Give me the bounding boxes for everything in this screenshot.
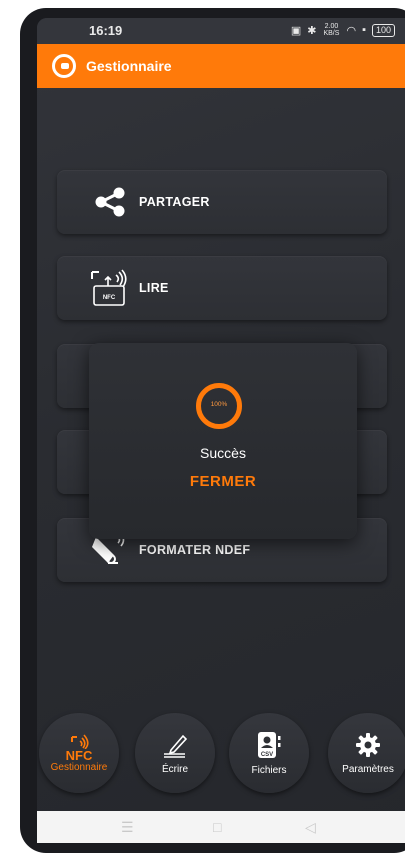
app-screen: 16:19 ▣ ✱ 2.00 KB/S ◠ ▪ 100 Gestionnaire… <box>37 18 405 843</box>
menu-icon[interactable]: ☰ <box>121 819 134 836</box>
wifi-icon: ◠ <box>346 24 357 37</box>
nfc-read-icon: NFC <box>85 269 135 307</box>
success-dialog: 100% Succès FERMER <box>89 343 357 539</box>
network-speed: 2.00 KB/S <box>323 23 340 37</box>
share-button[interactable]: PARTAGER <box>57 170 387 234</box>
read-label: LIRE <box>139 281 169 295</box>
nav-files-label: Fichiers <box>251 764 287 776</box>
bluetooth-icon: ✱ <box>307 24 317 37</box>
notification-icon: ▪ <box>362 24 366 36</box>
pencil-icon <box>164 734 188 758</box>
nav-settings-label: Paramètres <box>342 763 394 775</box>
app-bar: Gestionnaire <box>37 44 405 88</box>
bottom-nav: NFC Gestionnaire Écrire CSV Fichiers Par… <box>37 713 405 793</box>
progress-text: 100% <box>210 401 228 408</box>
nfc-signal-icon <box>71 734 89 749</box>
status-icons: ▣ ✱ 2.00 KB/S ◠ ▪ 100 <box>291 23 395 37</box>
app-title: Gestionnaire <box>86 58 172 74</box>
home-icon[interactable]: □ <box>213 819 221 835</box>
battery-icon: 100 <box>371 23 395 37</box>
csv-contact-icon: CSV <box>258 731 281 758</box>
dialog-message: Succès <box>200 445 246 461</box>
nav-manager-nfc-text: NFC <box>65 748 93 763</box>
format-ndef-label: FORMATER NDEF <box>139 543 251 557</box>
back-icon[interactable]: ◁ <box>305 819 316 836</box>
nav-files-button[interactable]: CSV Fichiers <box>229 713 309 793</box>
share-icon <box>85 187 135 217</box>
gear-icon <box>356 732 380 757</box>
nfc-status-icon: ▣ <box>290 24 302 37</box>
progress-ring: 100% <box>196 383 242 429</box>
system-nav-bar: ☰ □ ◁ <box>37 811 405 843</box>
nav-manager-label: Gestionnaire <box>50 762 108 773</box>
nav-manager-button[interactable]: NFC Gestionnaire <box>39 713 119 793</box>
nav-write-button[interactable]: Écrire <box>135 713 215 793</box>
status-bar: 16:19 ▣ ✱ 2.00 KB/S ◠ ▪ 100 <box>37 18 405 44</box>
nfc-read-icon-text: NFC <box>103 295 116 301</box>
app-logo-icon <box>52 54 76 78</box>
close-button[interactable]: FERMER <box>89 473 357 490</box>
share-label: PARTAGER <box>139 195 210 209</box>
nav-settings-button[interactable]: Paramètres <box>328 713 405 793</box>
status-time: 16:19 <box>89 23 123 38</box>
csv-icon-text: CSV <box>261 752 273 758</box>
nav-write-label: Écrire <box>161 763 189 775</box>
read-button[interactable]: NFC LIRE <box>57 256 387 320</box>
